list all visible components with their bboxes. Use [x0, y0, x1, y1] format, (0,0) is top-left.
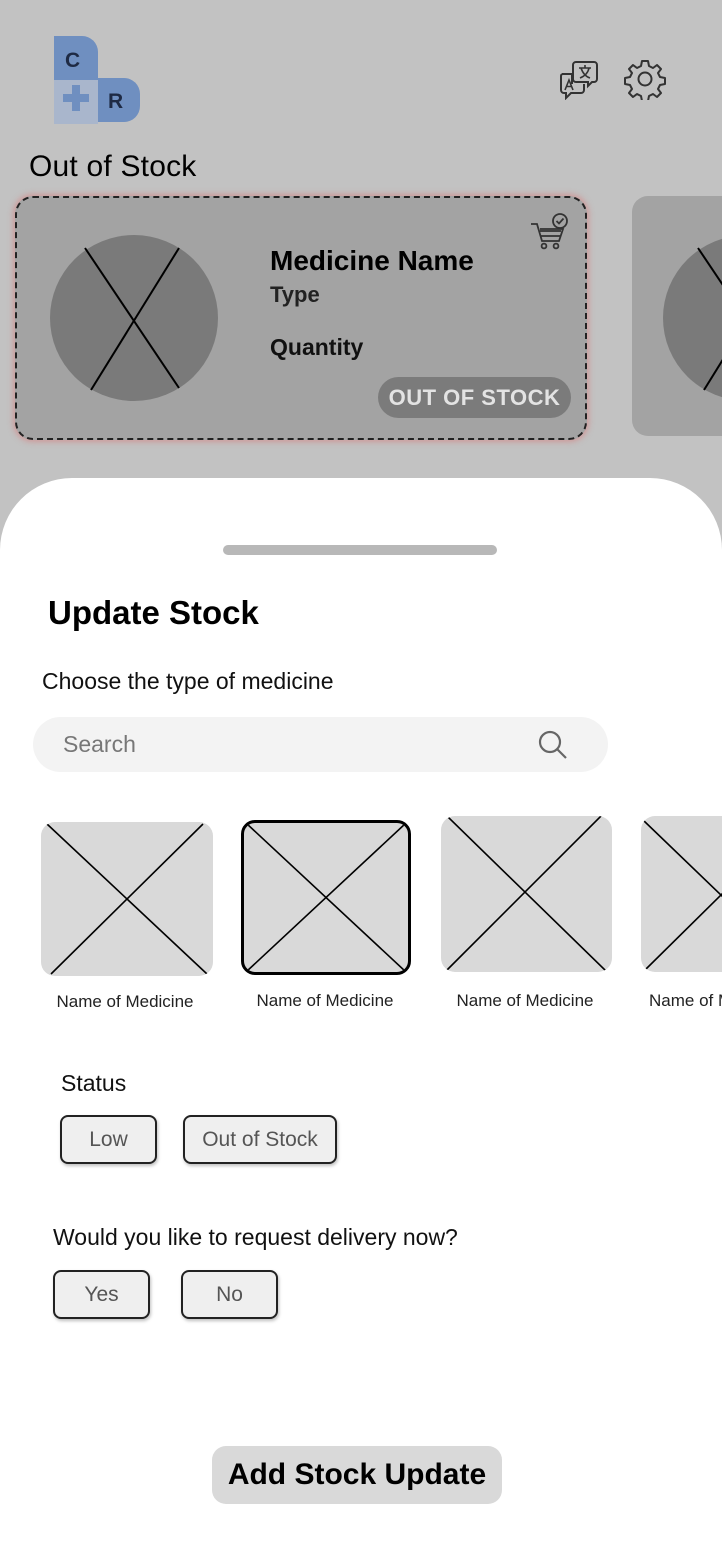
medicine-option-label: Name of Medicine: [256, 991, 394, 1010]
svg-text:C: C: [65, 49, 80, 72]
medicine-option[interactable]: Name of Medicine: [441, 816, 613, 1010]
search-bar[interactable]: [33, 717, 608, 772]
add-stock-update-button[interactable]: Add Stock Update: [212, 1446, 502, 1504]
medicine-image-placeholder: [50, 235, 218, 401]
svg-text:R: R: [108, 90, 123, 113]
sheet-title: Update Stock: [48, 594, 259, 631]
delivery-yes-button[interactable]: Yes: [53, 1270, 150, 1319]
medicine-type: Type: [270, 282, 320, 307]
medicine-option[interactable]: Name of Medicine: [641, 816, 722, 1016]
translate-icon[interactable]: [558, 58, 600, 100]
medicine-image-placeholder: [41, 822, 213, 976]
sheet-drag-handle[interactable]: [223, 545, 497, 555]
out-of-stock-card[interactable]: Medicine Name Type Quantity OUT OF STOCK: [15, 196, 587, 440]
medicine-option-label: Name of Medicine: [649, 991, 722, 1010]
medicine-option-label: Name of Medicine: [56, 992, 194, 1011]
search-icon[interactable]: [537, 729, 569, 761]
app-logo: C R: [54, 36, 140, 124]
search-input[interactable]: [63, 717, 543, 772]
delivery-no-button[interactable]: No: [181, 1270, 278, 1319]
medicine-image-placeholder: [663, 238, 722, 398]
section-title: Out of Stock: [29, 150, 197, 183]
delivery-question-label: Would you like to request delivery now?: [53, 1224, 458, 1250]
medicine-name: Medicine Name: [270, 245, 474, 276]
gear-icon[interactable]: [624, 58, 666, 100]
medicine-image-placeholder: [641, 816, 722, 972]
medicine-option[interactable]: Name of Medicine: [41, 822, 213, 1011]
medicine-image-placeholder: [441, 816, 612, 972]
update-stock-sheet: Update Stock Choose the type of medicine…: [0, 478, 722, 1564]
medicine-option-label: Name of Medicine: [456, 991, 594, 1010]
status-low-button[interactable]: Low: [60, 1115, 157, 1164]
choose-type-label: Choose the type of medicine: [42, 668, 334, 694]
medicine-option-selected[interactable]: Name of Medicine: [241, 820, 413, 1010]
medicine-quantity: Quantity: [270, 334, 364, 360]
cart-check-icon[interactable]: [529, 212, 569, 252]
status-out-of-stock-button[interactable]: Out of Stock: [183, 1115, 337, 1164]
out-of-stock-card[interactable]: [632, 196, 722, 436]
status-badge: OUT OF STOCK: [378, 377, 571, 418]
medicine-image-placeholder: [241, 820, 411, 975]
status-label: Status: [61, 1070, 127, 1096]
